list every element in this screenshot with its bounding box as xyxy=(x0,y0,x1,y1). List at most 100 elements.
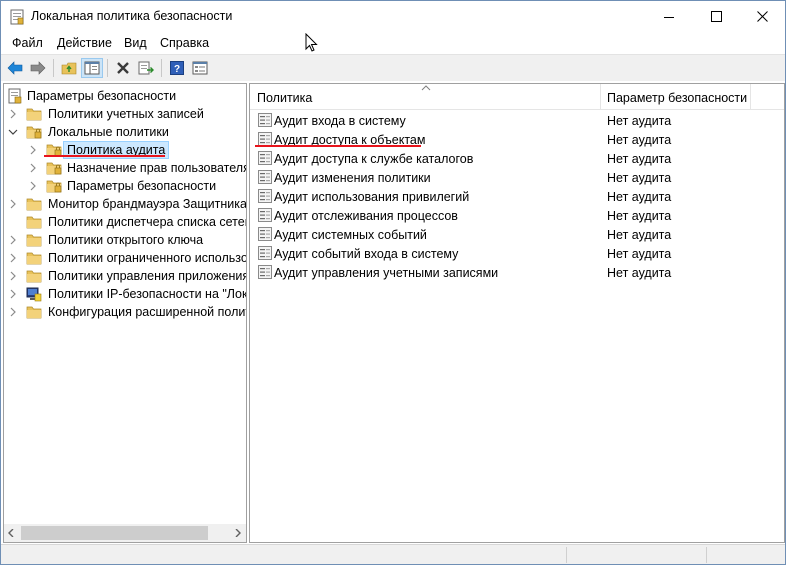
chevron-right-icon[interactable] xyxy=(8,306,18,318)
menu-action[interactable]: Действие xyxy=(57,36,112,50)
policy-row[interactable]: Аудит управления учетными записями Нет ау… xyxy=(250,263,784,282)
title-bar[interactable]: Локальная политика безопасности xyxy=(1,1,785,32)
column-separator[interactable] xyxy=(600,84,601,110)
toolbar-separator xyxy=(107,59,108,77)
up-folder-icon xyxy=(61,62,77,75)
folder-icon xyxy=(26,198,42,211)
tree-item-label: Политики управления приложениями xyxy=(48,269,247,283)
menu-bar: Файл Действие Вид Справка xyxy=(1,32,785,54)
policy-setting-value: Нет аудита xyxy=(607,266,672,280)
chevron-right-icon[interactable] xyxy=(8,234,18,246)
menu-help[interactable]: Справка xyxy=(160,36,209,50)
column-separator[interactable] xyxy=(750,84,751,110)
properties-icon xyxy=(192,61,208,75)
policy-row[interactable]: Аудит входа в систему Нет аудита xyxy=(250,111,784,130)
forward-button[interactable] xyxy=(27,58,49,78)
scroll-right-icon[interactable] xyxy=(235,529,241,537)
policy-setting-icon xyxy=(258,113,272,127)
policy-row[interactable]: Аудит системных событий Нет аудита xyxy=(250,225,784,244)
chevron-right-icon[interactable] xyxy=(8,252,18,264)
policy-name: Аудит входа в систему xyxy=(274,114,406,128)
chevron-right-icon[interactable] xyxy=(8,198,18,210)
close-button[interactable] xyxy=(739,1,785,32)
policy-setting-value: Нет аудита xyxy=(607,114,672,128)
delete-button[interactable] xyxy=(112,58,134,78)
scroll-left-icon[interactable] xyxy=(8,529,14,537)
policy-setting-value: Нет аудита xyxy=(607,190,672,204)
list-header: Политика Параметр безопасности xyxy=(250,84,784,110)
up-level-button[interactable] xyxy=(58,58,80,78)
policy-setting-icon xyxy=(258,170,272,184)
policy-setting-icon xyxy=(258,132,272,146)
policy-row[interactable]: Аудит изменения политики Нет аудита xyxy=(250,168,784,187)
tree-item[interactable]: Локальные политики xyxy=(4,123,246,141)
tree-item[interactable]: Политики ограниченного использования про… xyxy=(4,249,246,267)
tree-item[interactable]: Политики открытого ключа xyxy=(4,231,246,249)
minimize-button[interactable] xyxy=(646,1,692,32)
status-bar xyxy=(1,544,785,564)
back-button[interactable] xyxy=(4,58,26,78)
column-header-policy[interactable]: Политика xyxy=(257,91,312,105)
folder-icon xyxy=(46,162,62,175)
tree-item-label: Конфигурация расширенной политики аудита xyxy=(48,305,246,319)
security-settings-icon xyxy=(7,88,23,104)
menu-file[interactable]: Файл xyxy=(12,36,43,50)
chevron-right-icon[interactable] xyxy=(8,288,18,300)
security-policy-app-icon xyxy=(10,9,24,25)
tree-item[interactable]: Монитор брандмауэра Защитника Windows xyxy=(4,195,246,213)
svg-text:?: ? xyxy=(174,64,180,75)
tree-item[interactable]: Политики IP-безопасности на "Локальный к… xyxy=(4,285,246,303)
show-tree-icon xyxy=(84,61,100,75)
chevron-right-icon[interactable] xyxy=(28,162,38,174)
chevron-right-icon[interactable] xyxy=(8,108,18,120)
show-hide-tree-button[interactable] xyxy=(81,58,103,78)
tree-item[interactable]: Политики учетных записей xyxy=(4,105,246,123)
toolbar-separator xyxy=(161,59,162,77)
properties-button[interactable] xyxy=(189,58,211,78)
tree-horizontal-scrollbar[interactable] xyxy=(4,524,246,542)
tree-item[interactable]: Политики диспетчера списка сетей xyxy=(4,213,246,231)
annotation-underline xyxy=(44,155,165,157)
policy-row[interactable]: Аудит доступа к службе каталогов Нет ауди… xyxy=(250,149,784,168)
sort-ascending-icon xyxy=(421,85,431,91)
export-list-button[interactable] xyxy=(135,58,157,78)
policy-row[interactable]: Аудит событий входа в систему Нет аудита xyxy=(250,244,784,263)
policy-name: Аудит отслеживания процессов xyxy=(274,209,458,223)
tree-root[interactable]: Параметры безопасности xyxy=(4,87,246,105)
menu-view[interactable]: Вид xyxy=(124,36,147,50)
tree-item[interactable]: Политики управления приложениями xyxy=(4,267,247,285)
minimize-icon xyxy=(664,16,674,18)
chevron-right-icon[interactable] xyxy=(8,270,18,282)
policy-row[interactable]: Аудит использования привилегий Нет аудита xyxy=(250,187,784,206)
folder-icon xyxy=(26,270,42,283)
policy-row[interactable]: Аудит отслеживания процессов Нет аудита xyxy=(250,206,784,225)
annotation-underline xyxy=(255,145,421,147)
folder-icon xyxy=(46,180,62,193)
back-icon xyxy=(7,61,23,75)
chevron-down-icon[interactable] xyxy=(8,126,18,138)
toolbar: ? xyxy=(1,54,785,81)
chevron-right-icon[interactable] xyxy=(28,180,38,192)
scrollbar-thumb[interactable] xyxy=(21,526,208,540)
policy-setting-icon xyxy=(258,208,272,222)
tree-item[interactable]: Назначение прав пользователя xyxy=(4,159,247,177)
policy-name: Аудит изменения политики xyxy=(274,171,431,185)
tree-item[interactable]: Конфигурация расширенной политики аудита xyxy=(4,303,246,321)
tree-item-label: Назначение прав пользователя xyxy=(67,161,247,175)
policy-list-view[interactable]: Политика Параметр безопасности Аудит вхо… xyxy=(249,83,785,543)
help-button[interactable]: ? xyxy=(166,58,188,78)
folder-icon xyxy=(26,234,42,247)
column-header-setting[interactable]: Параметр безопасности xyxy=(607,91,747,105)
console-tree[interactable]: Параметры безопасности Политики учетных … xyxy=(3,83,247,543)
tree-root-label: Параметры безопасности xyxy=(27,89,177,103)
policy-setting-icon xyxy=(258,151,272,165)
policy-setting-value: Нет аудита xyxy=(607,133,672,147)
tree-item-label: Локальные политики xyxy=(48,125,169,139)
chevron-right-icon[interactable] xyxy=(28,144,38,156)
policy-name: Аудит использования привилегий xyxy=(274,190,470,204)
policy-setting-icon xyxy=(258,265,272,279)
tree-item-label: Политики учетных записей xyxy=(48,107,204,121)
tree-item[interactable]: Параметры безопасности xyxy=(4,177,246,195)
maximize-button[interactable] xyxy=(693,1,739,32)
policy-setting-value: Нет аудита xyxy=(607,247,672,261)
